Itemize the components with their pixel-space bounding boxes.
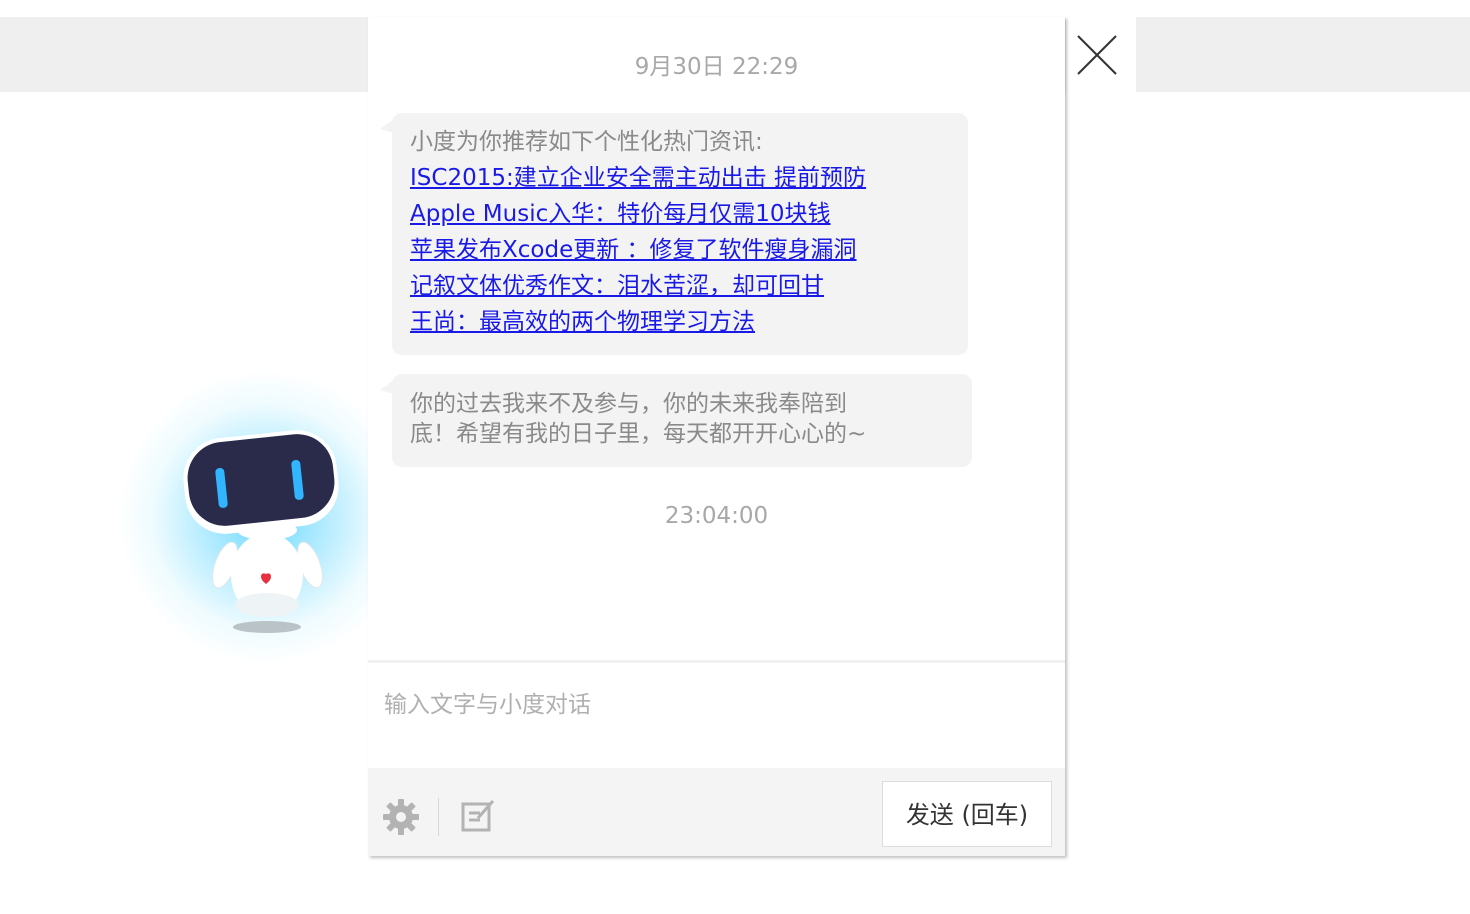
- timestamp: 9月30日 22:29: [634, 54, 799, 80]
- edit-icon[interactable]: [460, 798, 496, 838]
- close-button[interactable]: [1066, 17, 1136, 92]
- toolbar: 发送 (回车): [368, 768, 1065, 856]
- input-area: [368, 663, 1065, 768]
- message-intro: 小度为你推荐如下个性化热门资讯:: [410, 129, 763, 155]
- chat-window: 9月30日 22:29 小度为你推荐如下个性化热门资讯: ISC2015:建立企…: [368, 17, 1065, 856]
- robot-mascot: [170, 420, 360, 650]
- news-link[interactable]: 记叙文体优秀作文：泪水苦涩，却可回甘: [410, 268, 950, 304]
- message-line: 你的过去我来不及参与，你的未来我奉陪到: [410, 391, 847, 417]
- news-message-bubble: 小度为你推荐如下个性化热门资讯: ISC2015:建立企业安全需主动出击 提前预…: [380, 113, 968, 355]
- message-area: 9月30日 22:29 小度为你推荐如下个性化热门资讯: ISC2015:建立企…: [368, 17, 1065, 660]
- news-link[interactable]: ISC2015:建立企业安全需主动出击 提前预防: [410, 160, 950, 196]
- message-input[interactable]: [382, 683, 1046, 757]
- send-button[interactable]: 发送 (回车): [882, 781, 1052, 847]
- toolbar-separator: [438, 798, 439, 836]
- greeting-message-bubble: 你的过去我来不及参与，你的未来我奉陪到 底！希望有我的日子里，每天都开开心心的~: [380, 374, 972, 467]
- timestamp: 23:04:00: [664, 503, 769, 529]
- news-link[interactable]: Apple Music入华：特价每月仅需10块钱: [410, 196, 950, 232]
- news-link[interactable]: 王尚：最高效的两个物理学习方法: [410, 304, 950, 340]
- news-link[interactable]: 苹果发布Xcode更新 ：修复了软件瘦身漏洞: [410, 232, 950, 268]
- close-icon: [1077, 35, 1117, 75]
- gear-icon[interactable]: [382, 798, 420, 840]
- message-line: 底！希望有我的日子里，每天都开开心心的~: [410, 421, 867, 447]
